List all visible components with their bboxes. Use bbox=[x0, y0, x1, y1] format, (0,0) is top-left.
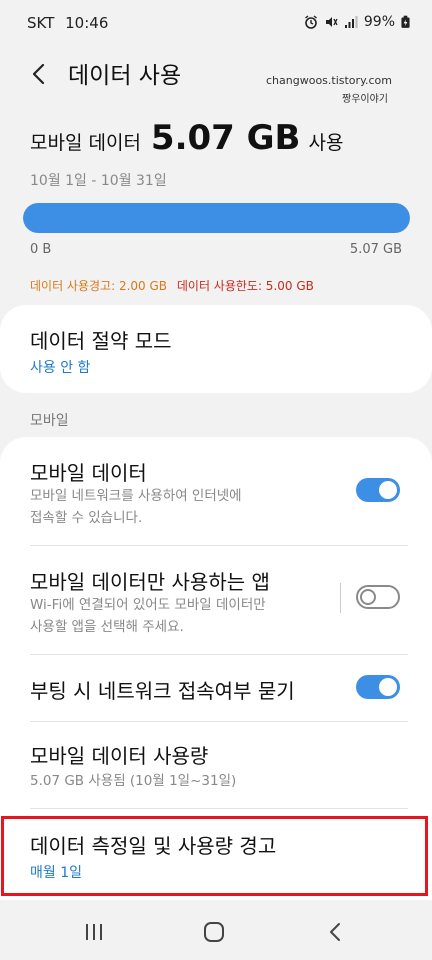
mobile-data-description: 모바일 네트워크를 사용하여 인터넷에 접속할 수 있습니다. bbox=[30, 485, 242, 529]
mobile-data-description-line1: 모바일 네트워크를 사용하여 인터넷에 bbox=[30, 488, 242, 504]
data-saver-title: 데이터 절약 모드 bbox=[30, 329, 172, 353]
boot-network-prompt-toggle[interactable] bbox=[356, 675, 400, 699]
boot-network-prompt-row[interactable]: 부팅 시 네트워크 접속여부 묻기 bbox=[0, 655, 432, 721]
carrier-label: SKT bbox=[27, 14, 55, 32]
battery-percent: 99% bbox=[363, 14, 395, 30]
mobile-data-description-line2: 접속할 수 있습니다. bbox=[30, 510, 143, 526]
mobile-data-only-apps-description-line1: Wi-Fi에 연결되어 있어도 모바일 데이터만 bbox=[30, 597, 266, 613]
app-header: 데이터 사용 changwoos.tistory.com 짱우이야기 bbox=[0, 50, 432, 105]
divider bbox=[30, 808, 408, 809]
usage-suffix: 사용 bbox=[308, 132, 344, 154]
back-icon[interactable] bbox=[322, 918, 350, 946]
vertical-separator bbox=[340, 583, 341, 613]
data-saver-card[interactable]: 데이터 절약 모드 사용 안 함 bbox=[0, 305, 432, 393]
watermark-url: changwoos.tistory.com bbox=[266, 74, 392, 87]
mute-icon bbox=[325, 17, 338, 27]
usage-summary: 모바일 데이터 5.07 GB 사용 bbox=[30, 118, 343, 158]
mobile-data-only-apps-toggle[interactable] bbox=[356, 585, 400, 609]
mobile-data-only-apps-title: 모바일 데이터만 사용하는 앱 bbox=[30, 570, 270, 594]
limit-threshold: 데이터 사용한도: 5.00 GB bbox=[176, 279, 314, 293]
page-title: 데이터 사용 bbox=[68, 63, 182, 89]
alarm-icon bbox=[304, 15, 317, 29]
data-saver-status: 사용 안 함 bbox=[30, 360, 91, 376]
back-arrow-icon[interactable] bbox=[26, 57, 52, 91]
highlight-box bbox=[1, 816, 428, 896]
usage-prefix: 모바일 데이터 bbox=[30, 132, 141, 154]
clock: 10:46 bbox=[65, 14, 109, 32]
usage-period: 10월 1일 - 10월 31일 bbox=[30, 173, 167, 189]
mobile-data-usage-description: 5.07 GB 사용됨 (10월 1일~31일) bbox=[30, 773, 237, 789]
navigation-bar bbox=[0, 900, 432, 960]
toggle-knob bbox=[360, 589, 376, 605]
mobile-data-usage-row[interactable]: 모바일 데이터 사용량 5.07 GB 사용됨 (10월 1일~31일) bbox=[0, 722, 432, 808]
mobile-data-only-apps-description: Wi-Fi에 연결되어 있어도 모바일 데이터만 사용할 앱을 선택해 주세요. bbox=[30, 594, 266, 638]
battery-icon bbox=[401, 15, 410, 28]
mobile-data-title: 모바일 데이터 bbox=[30, 461, 147, 485]
usage-progress-fill bbox=[23, 203, 410, 233]
boot-network-prompt-title: 부팅 시 네트워크 접속여부 묻기 bbox=[30, 679, 295, 703]
toggle-knob bbox=[379, 678, 397, 696]
recent-apps-icon[interactable] bbox=[80, 918, 108, 946]
warning-threshold: 데이터 사용경고: 2.00 GB bbox=[30, 279, 168, 293]
usage-thresholds: 데이터 사용경고: 2.00 GB 데이터 사용한도: 5.00 GB bbox=[30, 277, 314, 294]
mobile-data-only-apps-row[interactable]: 모바일 데이터만 사용하는 앱 Wi-Fi에 연결되어 있어도 모바일 데이터만… bbox=[0, 546, 432, 654]
section-header-mobile: 모바일 bbox=[30, 413, 69, 429]
watermark-name: 짱우이야기 bbox=[342, 94, 388, 105]
mobile-data-row[interactable]: 모바일 데이터 모바일 네트워크를 사용하여 인터넷에 접속할 수 있습니다. bbox=[0, 437, 432, 545]
signal-icon bbox=[344, 16, 358, 28]
usage-progress-bar bbox=[23, 203, 410, 233]
usage-value: 5.07 GB bbox=[150, 118, 301, 158]
home-icon[interactable] bbox=[200, 918, 228, 946]
status-bar: SKT 10:46 99% bbox=[0, 0, 432, 44]
mobile-data-usage-title: 모바일 데이터 사용량 bbox=[30, 744, 209, 768]
progress-max-label: 5.07 GB bbox=[349, 242, 402, 257]
toggle-knob bbox=[379, 481, 397, 499]
mobile-data-toggle[interactable] bbox=[356, 478, 400, 502]
progress-min-label: 0 B bbox=[30, 242, 52, 257]
mobile-data-only-apps-description-line2: 사용할 앱을 선택해 주세요. bbox=[30, 619, 184, 635]
